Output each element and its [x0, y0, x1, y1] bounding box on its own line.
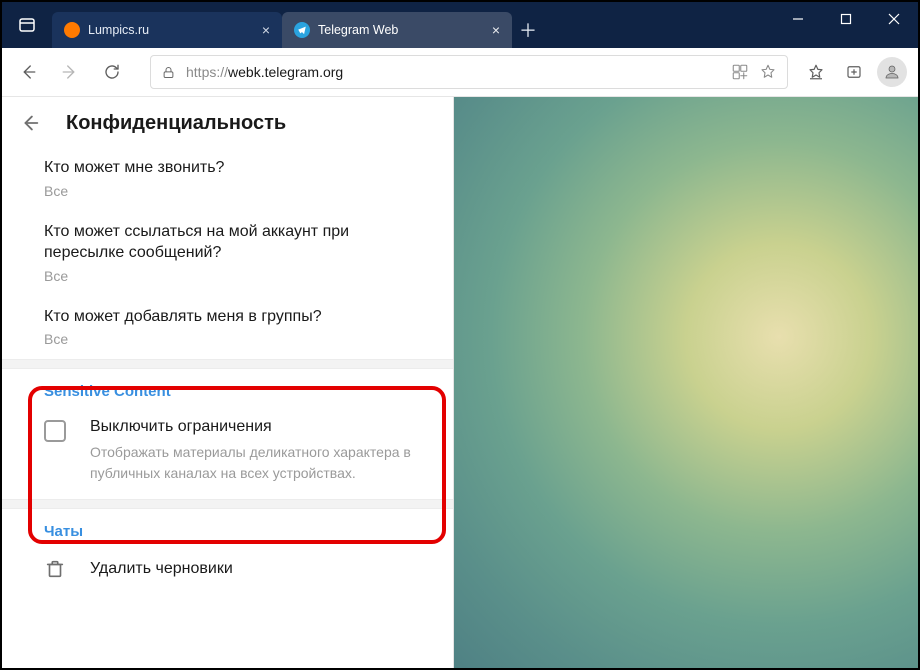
reload-button[interactable]	[94, 54, 130, 90]
setting-question: Кто может мне звонить?	[44, 157, 433, 179]
forward-button	[52, 54, 88, 90]
tab-telegram[interactable]: Telegram Web ×	[282, 12, 512, 48]
page-title: Конфиденциальность	[66, 112, 286, 135]
new-tab-button[interactable]: ＋	[512, 12, 544, 48]
tab-strip: Lumpics.ru × Telegram Web × ＋	[52, 2, 544, 48]
setting-value: Все	[44, 268, 433, 284]
page: Конфиденциальность Кто может мне звонить…	[2, 97, 918, 668]
delete-drafts-label: Удалить черновики	[90, 560, 233, 578]
collections-button[interactable]	[836, 54, 872, 90]
close-icon[interactable]: ×	[262, 22, 270, 38]
url-scheme: https://	[186, 64, 228, 80]
setting-question: Кто может добавлять меня в группы?	[44, 306, 433, 328]
profile-button[interactable]	[874, 54, 910, 90]
close-icon[interactable]: ×	[492, 22, 500, 38]
lock-icon	[161, 65, 176, 80]
setting-value: Все	[44, 183, 433, 199]
maximize-button[interactable]	[822, 2, 870, 36]
favicon-lumpics	[64, 22, 80, 38]
url-text: https://webk.telegram.org	[186, 64, 343, 80]
setting-who-can-call[interactable]: Кто может мне звонить? Все	[2, 147, 453, 211]
setting-value: Все	[44, 331, 433, 347]
favorites-button[interactable]	[798, 54, 834, 90]
favorite-icon[interactable]	[759, 63, 777, 81]
checkbox-description: Отображать материалы деликатного характе…	[90, 442, 433, 483]
navbar: https://webk.telegram.org	[2, 48, 918, 97]
section-chats: Чаты	[2, 509, 453, 544]
disable-filtering-row[interactable]: Выключить ограничения Отображать материа…	[2, 404, 453, 499]
section-sensitive-content: Sensitive Content	[2, 369, 453, 404]
avatar	[877, 57, 907, 87]
back-button[interactable]	[10, 54, 46, 90]
favicon-telegram	[294, 22, 310, 38]
address-bar[interactable]: https://webk.telegram.org	[150, 55, 788, 89]
window-controls	[774, 2, 918, 48]
setting-who-can-forward[interactable]: Кто может ссылаться на мой аккаунт при п…	[2, 211, 453, 296]
tab-title: Lumpics.ru	[88, 23, 254, 37]
chat-background	[454, 97, 918, 668]
tab-lumpics[interactable]: Lumpics.ru ×	[52, 12, 282, 48]
window-titlebar: Lumpics.ru × Telegram Web × ＋	[2, 2, 918, 48]
close-button[interactable]	[870, 2, 918, 36]
trash-icon	[44, 558, 66, 580]
minimize-button[interactable]	[774, 2, 822, 36]
settings-panel: Конфиденциальность Кто может мне звонить…	[2, 97, 454, 668]
url-host: webk.telegram.org	[228, 64, 343, 80]
tab-overview-icon[interactable]	[2, 2, 52, 48]
checkbox-label: Выключить ограничения	[90, 418, 433, 436]
divider	[2, 499, 453, 509]
extension-icon[interactable]	[731, 63, 749, 81]
divider	[2, 359, 453, 369]
delete-drafts-row[interactable]: Удалить черновики	[2, 544, 453, 596]
setting-question: Кто может ссылаться на мой аккаунт при п…	[44, 221, 433, 264]
tab-title: Telegram Web	[318, 23, 484, 37]
panel-header: Конфиденциальность	[2, 97, 453, 147]
disable-filtering-checkbox[interactable]	[44, 420, 66, 442]
setting-who-can-add-groups[interactable]: Кто может добавлять меня в группы? Все	[2, 296, 453, 360]
panel-back-button[interactable]	[16, 109, 44, 137]
